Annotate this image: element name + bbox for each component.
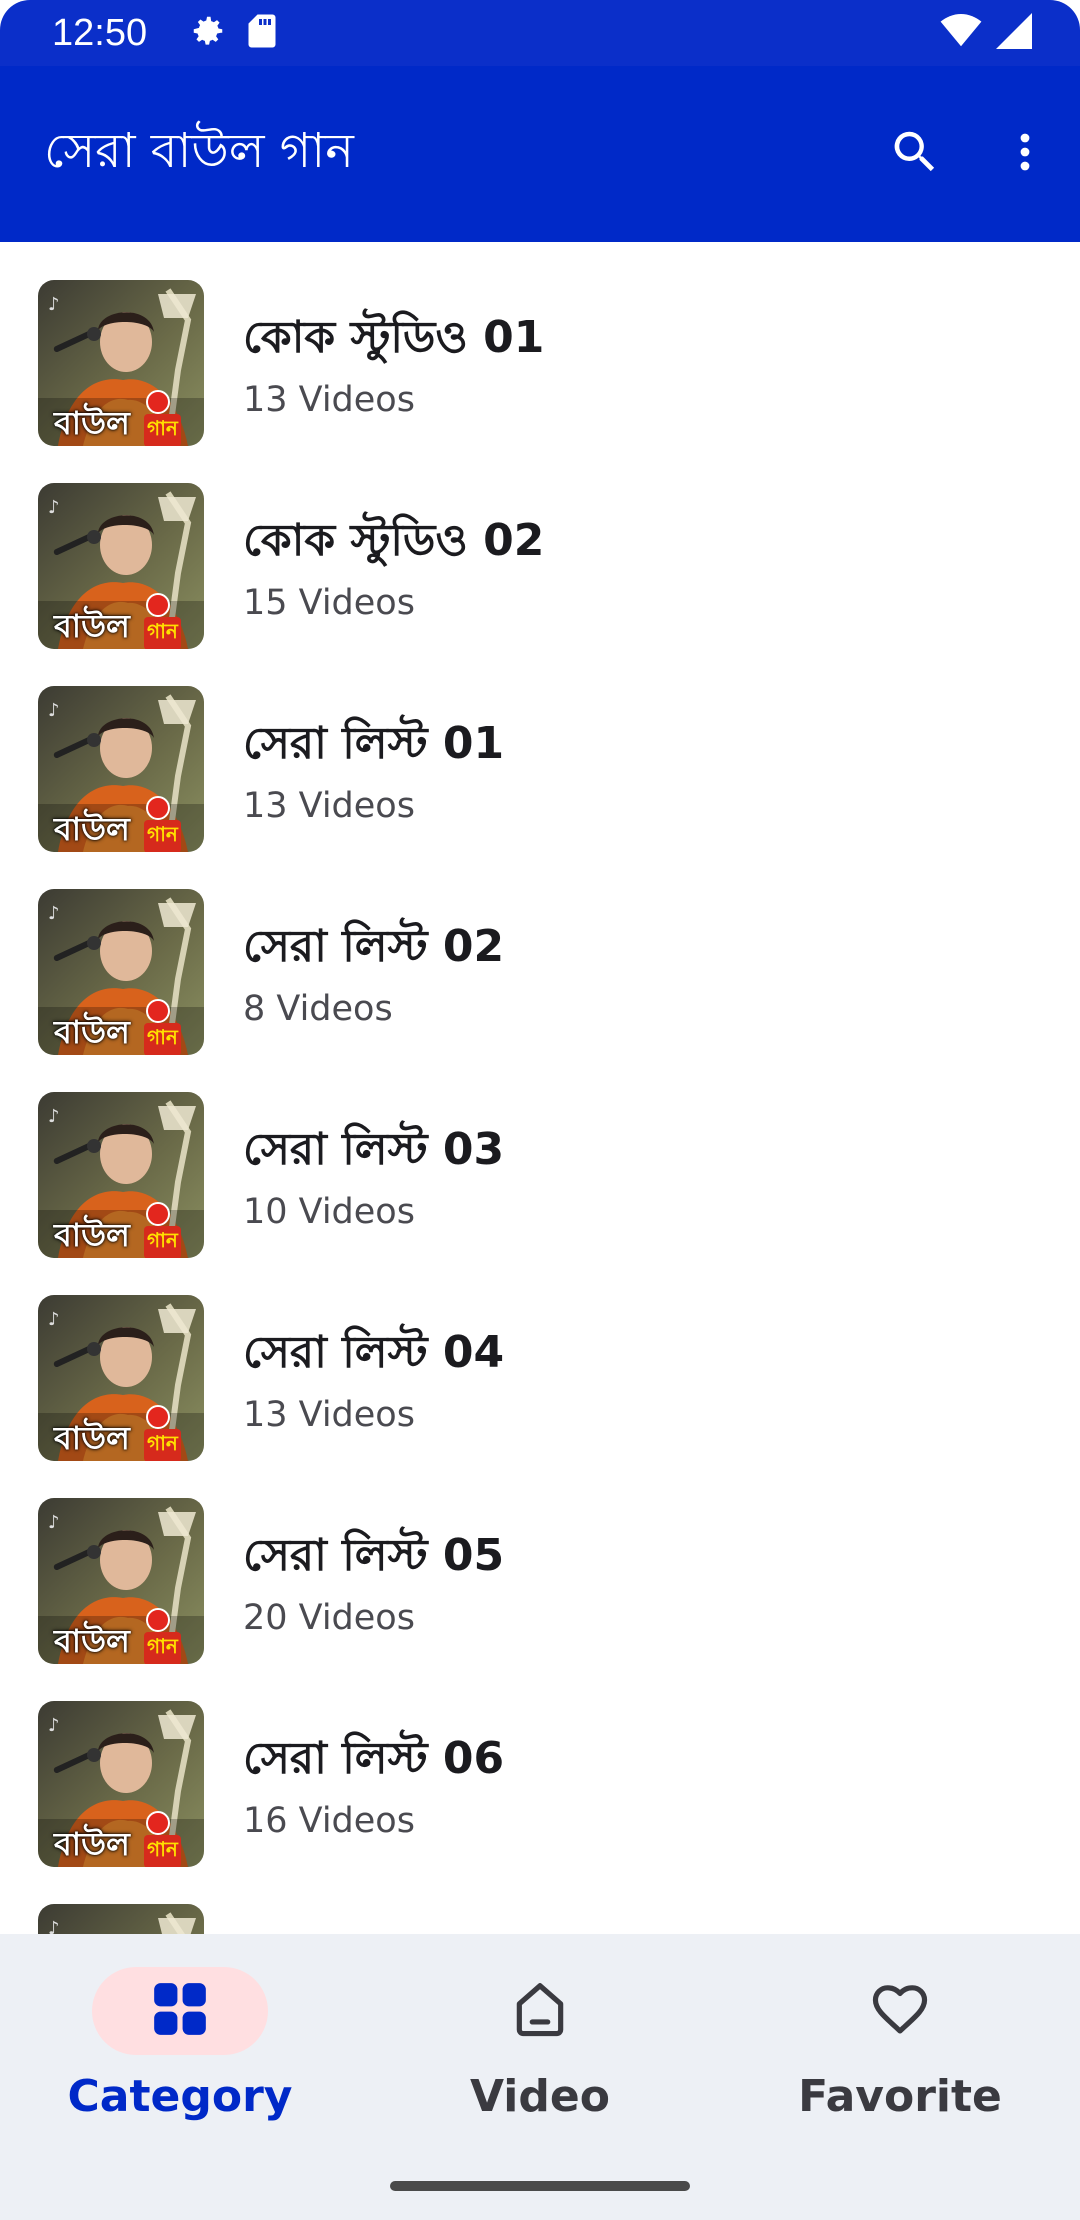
status-time: 12:50 xyxy=(52,11,148,54)
nav-favorite-label: Favorite xyxy=(798,2071,1002,2122)
thumbnail-label: বাউল xyxy=(54,1013,130,1051)
signal-icon xyxy=(996,13,1032,53)
playlist-item[interactable]: ♪ বাউল গান সেরা লিস্ট 06 16 Videos xyxy=(0,1663,1080,1867)
playlist-thumbnail: ♪ বাউল গান xyxy=(38,686,204,852)
svg-text:♪: ♪ xyxy=(48,294,60,315)
playlist-thumbnail: ♪ বাউল গান xyxy=(38,1295,204,1461)
playlist-title: সেরা লিস্ট 06 xyxy=(243,1733,505,1784)
app-bar: সেরা বাউল গান xyxy=(0,66,1080,242)
nav-category[interactable]: Category xyxy=(0,1934,360,2220)
playlist-item[interactable]: ♪ বাউল গান xyxy=(0,1866,1080,1934)
thumbnail-label: বাউল xyxy=(54,404,130,442)
playlist-title: সেরা লিস্ট 04 xyxy=(243,1327,505,1378)
svg-text:♪: ♪ xyxy=(48,497,60,518)
svg-text:♪: ♪ xyxy=(48,1106,60,1127)
svg-text:♪: ♪ xyxy=(48,1918,60,1934)
gear-icon xyxy=(189,12,227,54)
thumbnail-label: বাউল xyxy=(54,1419,130,1457)
svg-text:♪: ♪ xyxy=(48,1715,60,1736)
playlist-thumbnail: ♪ বাউল গান xyxy=(38,280,204,446)
status-bar: 12:50 xyxy=(0,0,1080,66)
playlist-title: সেরা লিস্ট 01 xyxy=(243,718,505,769)
playlist-thumbnail: ♪ বাউল গান xyxy=(38,889,204,1055)
svg-text:♪: ♪ xyxy=(48,1512,60,1533)
playlist-title: কোক স্টুডিও 02 xyxy=(243,515,545,566)
thumbnail-badge: গান xyxy=(144,414,181,446)
home-indicator[interactable] xyxy=(390,2181,690,2191)
nav-video-label: Video xyxy=(470,2071,610,2122)
playlist-video-count: 13 Videos xyxy=(243,786,415,826)
play-badge-icon xyxy=(146,796,170,820)
playlist-item[interactable]: ♪ বাউল গান সেরা লিস্ট 03 10 Videos xyxy=(0,1054,1080,1258)
playlist-video-count: 20 Videos xyxy=(243,1598,415,1638)
thumbnail-badge: গান xyxy=(144,1429,181,1461)
playlist-thumbnail: ♪ বাউল গান xyxy=(38,483,204,649)
play-badge-icon xyxy=(146,390,170,414)
playlist-thumbnail: ♪ বাউল গান xyxy=(38,1904,204,1934)
nav-favorite[interactable]: Favorite xyxy=(720,1934,1080,2220)
playlist-video-count: 10 Videos xyxy=(243,1192,415,1232)
thumbnail-badge: গান xyxy=(144,1023,181,1055)
playlist-item[interactable]: ♪ বাউল গান সেরা লিস্ট 01 13 Videos xyxy=(0,648,1080,852)
play-badge-icon xyxy=(146,593,170,617)
search-icon xyxy=(888,125,942,183)
app-title: সেরা বাউল গান xyxy=(44,122,354,179)
play-badge-icon xyxy=(146,1405,170,1429)
playlist-thumbnail: ♪ বাউল গান xyxy=(38,1498,204,1664)
playlist-item[interactable]: ♪ বাউল গান কোক স্টুডিও 02 15 Videos xyxy=(0,445,1080,649)
playlist-video-count: 13 Videos xyxy=(243,380,415,420)
play-badge-icon xyxy=(146,1608,170,1632)
playlist-video-count: 8 Videos xyxy=(243,989,393,1029)
playlist-title: কোক স্টুডিও 01 xyxy=(243,312,545,363)
playlist-item[interactable]: ♪ বাউল গান সেরা লিস্ট 04 13 Videos xyxy=(0,1257,1080,1461)
heart-icon xyxy=(869,1978,931,2044)
playlist-title: সেরা লিস্ট 03 xyxy=(243,1124,505,1175)
svg-text:♪: ♪ xyxy=(48,700,60,721)
playlist-item[interactable]: ♪ বাউল গান সেরা লিস্ট 02 8 Videos xyxy=(0,851,1080,1055)
thumbnail-badge: গান xyxy=(144,617,181,649)
playlist-thumbnail: ♪ বাউল গান xyxy=(38,1701,204,1867)
grid-icon xyxy=(149,1978,211,2044)
thumbnail-label: বাউল xyxy=(54,1216,130,1254)
nav-video[interactable]: Video xyxy=(360,1934,720,2220)
thumbnail-badge: গান xyxy=(144,1632,181,1664)
playlist-thumbnail: ♪ বাউল গান xyxy=(38,1092,204,1258)
playlist-list: ♪ বাউল গান কোক স্টুডিও 01 13 Videos ♪ বা… xyxy=(0,242,1080,1934)
more-vert-icon xyxy=(1001,125,1049,183)
play-badge-icon xyxy=(146,1811,170,1835)
nav-favorite-indicator xyxy=(812,1967,988,2055)
nav-category-label: Category xyxy=(67,2071,293,2122)
play-badge-icon xyxy=(146,1202,170,1226)
thumbnail-badge: গান xyxy=(144,820,181,852)
play-badge-icon xyxy=(146,999,170,1023)
svg-text:♪: ♪ xyxy=(48,903,60,924)
sd-card-icon xyxy=(247,13,277,53)
nav-category-indicator xyxy=(92,1967,268,2055)
thumbnail-badge: গান xyxy=(144,1226,181,1258)
thumbnail-label: বাউল xyxy=(54,1825,130,1863)
wifi-icon xyxy=(940,14,982,52)
thumbnail-label: বাউল xyxy=(54,1622,130,1660)
playlist-video-count: 13 Videos xyxy=(243,1395,415,1435)
more-options-button[interactable] xyxy=(970,99,1080,209)
nav-video-indicator xyxy=(452,1967,628,2055)
playlist-video-count: 16 Videos xyxy=(243,1801,415,1841)
thumbnail-label: বাউল xyxy=(54,810,130,848)
bottom-navigation: Category Video Favorite xyxy=(0,1934,1080,2220)
thumbnail-badge: গান xyxy=(144,1835,181,1867)
playlist-item[interactable]: ♪ বাউল গান কোক স্টুডিও 01 13 Videos xyxy=(0,242,1080,446)
playlist-title: সেরা লিস্ট 02 xyxy=(243,921,505,972)
home-icon xyxy=(509,1978,571,2044)
playlist-video-count: 15 Videos xyxy=(243,583,415,623)
playlist-item[interactable]: ♪ বাউল গান সেরা লিস্ট 05 20 Videos xyxy=(0,1460,1080,1664)
svg-text:♪: ♪ xyxy=(48,1309,60,1330)
thumbnail-label: বাউল xyxy=(54,607,130,645)
search-button[interactable] xyxy=(860,99,970,209)
playlist-title: সেরা লিস্ট 05 xyxy=(243,1530,505,1581)
